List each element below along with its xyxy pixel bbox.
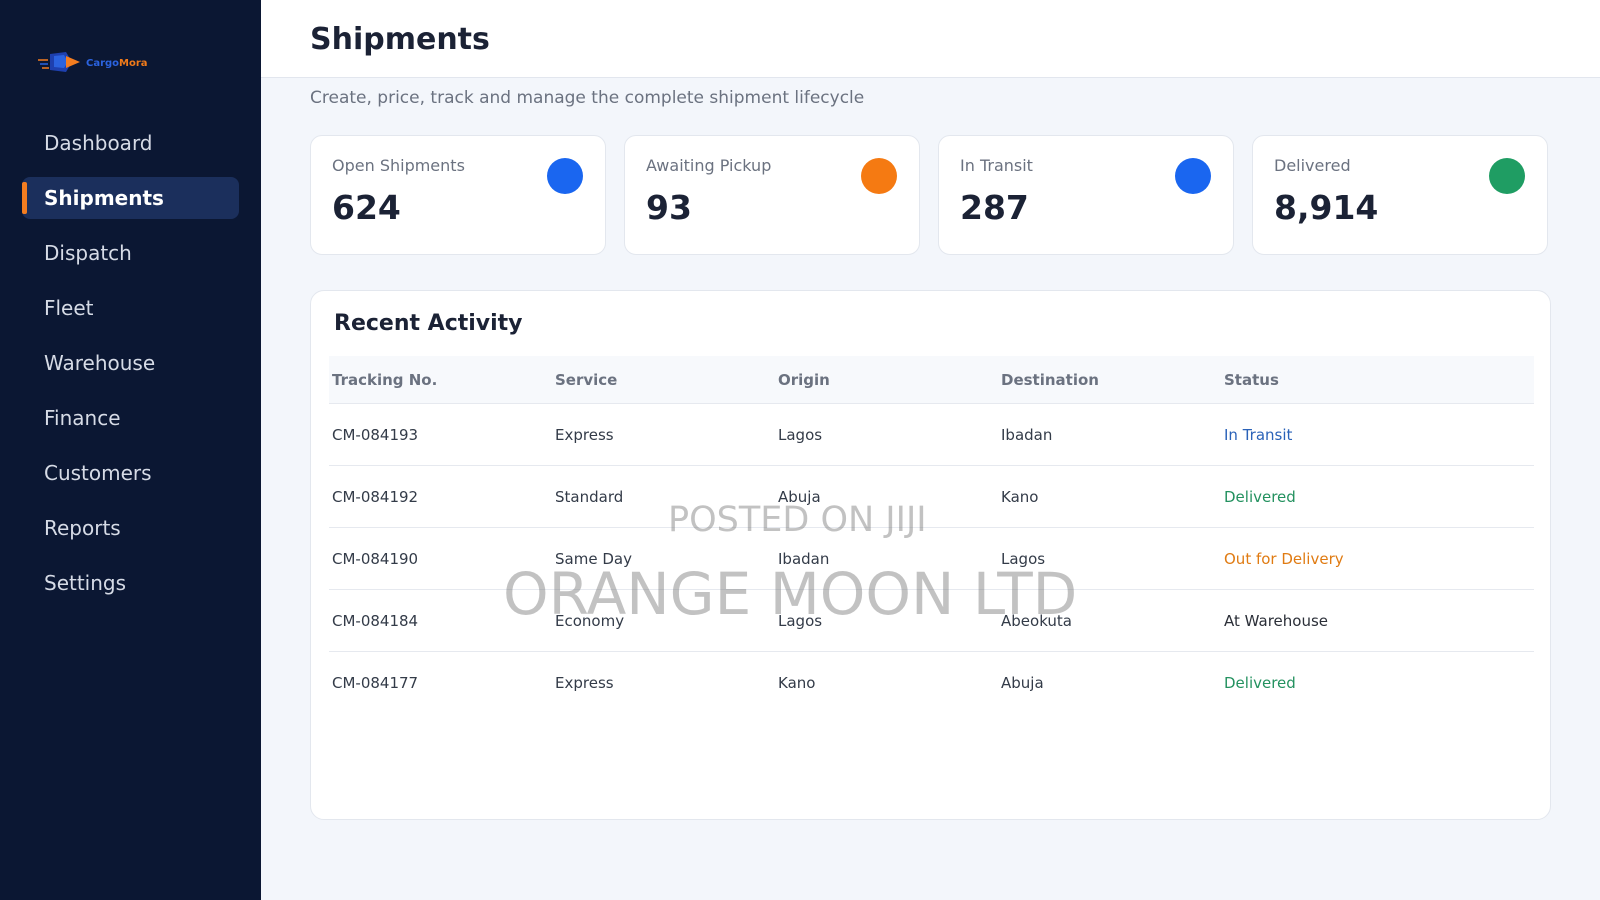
stat-card-delivered[interactable]: Delivered 8,914	[1252, 135, 1548, 255]
status-cell: Delivered	[1224, 674, 1296, 692]
origin-cell: Ibadan	[778, 549, 830, 568]
sidebar-item-fleet[interactable]: Fleet	[22, 287, 239, 329]
status-cell: At Warehouse	[1224, 611, 1329, 630]
page-title: Shipments	[310, 22, 490, 57]
status-cell: Delivered	[1224, 487, 1296, 506]
tracking-number[interactable]: CM-084192	[329, 488, 552, 506]
status-dot-icon	[547, 158, 583, 194]
page-header: Shipments	[261, 0, 1600, 78]
column-header-destination[interactable]: Destination	[998, 371, 1221, 389]
table-row[interactable]: CM-084192 Standard Abuja Kano Delivered	[329, 466, 1534, 528]
table-row[interactable]: CM-084177 Express Kano Abuja Delivered	[329, 652, 1534, 714]
destination-cell: Ibadan	[1001, 425, 1053, 444]
logo-text-part-2: Mora	[119, 58, 148, 69]
sidebar-item-shipments[interactable]: Shipments	[22, 177, 239, 219]
destination-cell: Abeokuta	[1001, 611, 1072, 630]
stat-card-open-shipments[interactable]: Open Shipments 624	[310, 135, 606, 255]
service-cell: Express	[555, 425, 614, 444]
tracking-number[interactable]: CM-084184	[329, 612, 552, 630]
recent-activity-panel: Recent Activity Tracking No. Service Ori…	[310, 290, 1551, 820]
sidebar-item-settings[interactable]: Settings	[22, 562, 239, 604]
stat-card-awaiting-pickup[interactable]: Awaiting Pickup 93	[624, 135, 920, 255]
table-header: Tracking No. Service Origin Destination …	[329, 356, 1534, 404]
stat-label: In Transit	[960, 156, 1033, 175]
app-logo[interactable]: CargoMora	[36, 50, 148, 78]
destination-cell: Lagos	[1001, 549, 1046, 568]
stat-label: Open Shipments	[332, 156, 465, 175]
page-subtitle: Create, price, track and manage the comp…	[310, 88, 865, 108]
panel-title: Recent Activity	[334, 311, 523, 336]
column-header-service[interactable]: Service	[552, 371, 775, 389]
table-body: CM-084193 Express Lagos Ibadan In Transi…	[329, 404, 1534, 714]
column-header-tracking[interactable]: Tracking No.	[329, 371, 552, 389]
stats-cards: Open Shipments 624 Awaiting Pickup 93 In…	[310, 135, 1548, 255]
sidebar-item-dispatch[interactable]: Dispatch	[22, 232, 239, 274]
service-cell: Standard	[555, 487, 624, 506]
stat-label: Awaiting Pickup	[646, 156, 772, 175]
origin-cell: Lagos	[778, 611, 823, 630]
tracking-number[interactable]: CM-084190	[329, 550, 552, 568]
stat-value: 287	[960, 188, 1029, 227]
origin-cell: Lagos	[778, 425, 823, 444]
status-dot-icon	[861, 158, 897, 194]
truck-logo-icon	[36, 48, 84, 80]
table-row[interactable]: CM-084190 Same Day Ibadan Lagos Out for …	[329, 528, 1534, 590]
status-dot-icon	[1489, 158, 1525, 194]
sidebar-item-dashboard[interactable]: Dashboard	[22, 122, 239, 164]
sidebar-nav: Dashboard Shipments Dispatch Fleet Wareh…	[22, 122, 239, 617]
table-row[interactable]: CM-084193 Express Lagos Ibadan In Transi…	[329, 404, 1534, 466]
table-row[interactable]: CM-084184 Economy Lagos Abeokuta At Ware…	[329, 590, 1534, 652]
service-cell: Economy	[555, 611, 625, 630]
sidebar: CargoMora Dashboard Shipments Dispatch F…	[0, 0, 261, 900]
destination-cell: Abuja	[1001, 674, 1044, 692]
stat-card-in-transit[interactable]: In Transit 287	[938, 135, 1234, 255]
column-header-origin[interactable]: Origin	[775, 371, 998, 389]
origin-cell: Abuja	[778, 487, 821, 506]
logo-wordmark: CargoMora	[86, 59, 148, 69]
service-cell: Same Day	[555, 549, 632, 568]
status-cell: In Transit	[1224, 425, 1293, 444]
destination-cell: Kano	[1001, 487, 1039, 506]
sidebar-item-reports[interactable]: Reports	[22, 507, 239, 549]
stat-value: 93	[646, 188, 692, 227]
sidebar-item-finance[interactable]: Finance	[22, 397, 239, 439]
logo-text-part-1: Cargo	[86, 58, 120, 69]
status-cell: Out for Delivery	[1224, 549, 1344, 568]
status-dot-icon	[1175, 158, 1211, 194]
sidebar-item-customers[interactable]: Customers	[22, 452, 239, 494]
stat-label: Delivered	[1274, 156, 1351, 175]
tracking-number[interactable]: CM-084177	[329, 674, 552, 692]
column-header-status[interactable]: Status	[1221, 371, 1444, 389]
stat-value: 624	[332, 188, 401, 227]
stat-value: 8,914	[1274, 188, 1379, 227]
service-cell: Express	[555, 674, 614, 692]
origin-cell: Kano	[778, 674, 816, 692]
tracking-number[interactable]: CM-084193	[329, 426, 552, 444]
sidebar-item-warehouse[interactable]: Warehouse	[22, 342, 239, 384]
